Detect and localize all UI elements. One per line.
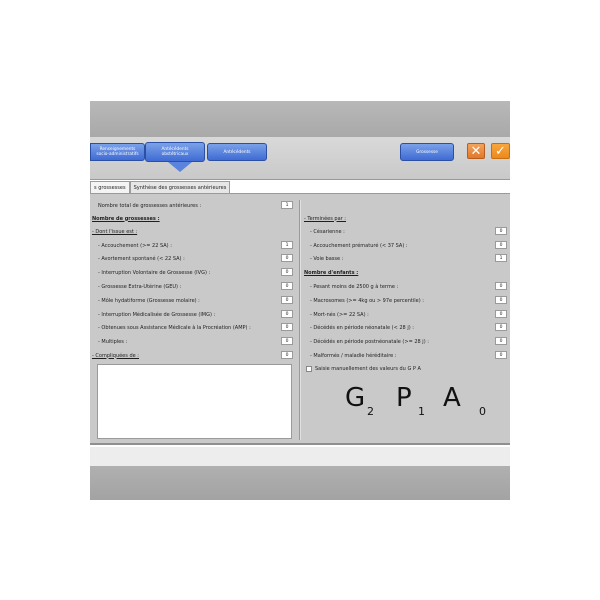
postneonatale-field[interactable]: 0 — [495, 337, 507, 345]
item-label: - Pesant moins de 2500 g à terme : — [310, 283, 399, 290]
saisie-manuelle-row[interactable]: Saisie manuellement des valeurs du G P A — [306, 364, 421, 373]
enfants-title: Nombre d'enfants : — [304, 268, 358, 277]
multiples-field[interactable]: 0 — [281, 337, 293, 345]
antecedents-obstetricaux-label-line2: obstétricaux — [161, 152, 189, 157]
list-item: - Décédés en période postnéonatale (>= 2… — [310, 337, 429, 346]
antecedents-label: Antécédents — [223, 149, 251, 155]
gpa-g-value: 2 — [367, 405, 374, 418]
item-label: - Obtenues sous Assistance Médicale à la… — [98, 324, 251, 331]
saisie-manuelle-label: Saisie manuellement des valeurs du G P A — [315, 365, 421, 372]
tab-grossesses[interactable]: s grossesses — [90, 181, 130, 193]
geu-field[interactable]: 0 — [281, 282, 293, 290]
saisie-manuelle-checkbox[interactable] — [306, 365, 312, 372]
item-label: - Accouchement prématuré (< 37 SA) : — [310, 242, 408, 249]
compliquees-title-text: - Compliquées de : — [92, 352, 139, 359]
footer-gap — [90, 447, 510, 466]
renseignements-button[interactable]: Renseignements socio-administratifs — [90, 143, 145, 161]
bottom-bar — [90, 466, 510, 500]
list-item: - Mort-nés (>= 22 SA) : — [310, 310, 369, 319]
issue-title-text: - Dont l'issue est : — [92, 228, 138, 235]
item-label: - Décédés en période postnéonatale (>= 2… — [310, 338, 429, 345]
total-label: Nombre total de grossesses antérieures : — [98, 201, 201, 210]
navigation-bar: Renseignements socio-administratifs Anté… — [90, 137, 510, 180]
top-bar — [90, 101, 510, 137]
nombre-grossesses-title: Nombre de grossesses : — [92, 214, 160, 223]
item-label: - Voie basse : — [310, 255, 344, 262]
cancel-button[interactable]: ✕ — [467, 143, 485, 159]
amp-field[interactable]: 0 — [281, 323, 293, 331]
total-value-field[interactable]: 1 — [281, 201, 293, 209]
list-item: - Césarienne : — [310, 227, 345, 236]
list-item: - Voie basse : — [310, 254, 343, 263]
item-label: - Accouchement (>= 22 SA) : — [98, 242, 172, 249]
ivg-field[interactable]: 0 — [281, 268, 293, 276]
column-divider — [299, 200, 300, 440]
neonatale-field[interactable]: 0 — [495, 323, 507, 331]
list-item: - Grossesse Extra-Utérine (GEU) : — [98, 282, 181, 291]
list-item: - Accouchement prématuré (< 37 SA) : — [310, 241, 408, 250]
compliquees-field[interactable]: 0 — [281, 351, 293, 359]
antecedents-button[interactable]: Antécédents — [207, 143, 267, 161]
compliquees-title: - Compliquées de : — [92, 351, 139, 360]
item-label: - Interruption Volontaire de Grossesse (… — [98, 269, 211, 276]
item-label: - Macrosomes (>= 4kg ou > 97e percentile… — [310, 297, 424, 304]
premature-field[interactable]: 0 — [495, 241, 507, 249]
item-label: - Mort-nés (>= 22 SA) : — [310, 311, 369, 318]
confirm-button[interactable]: ✓ — [491, 143, 510, 159]
item-label: - Môle hydatiforme (Grossesse molaire) : — [98, 297, 200, 304]
list-item: - Accouchement (>= 22 SA) : — [98, 241, 172, 250]
mole-field[interactable]: 0 — [281, 296, 293, 304]
list-item: - Multiples : — [98, 337, 127, 346]
enfants-title-text: Nombre d'enfants : — [304, 269, 359, 276]
tab-strip: s grossesses Synthèse des grossesses ant… — [90, 181, 231, 193]
gpa-g-letter: G — [345, 383, 366, 413]
img-field[interactable]: 0 — [281, 310, 293, 318]
list-item: - Interruption Médicalisée de Grossesse … — [98, 310, 215, 319]
item-label: - Malformés / maladie héréditaire : — [310, 352, 397, 359]
nombre-grossesses-title-text: Nombre de grossesses : — [92, 215, 160, 222]
active-tab-pointer — [168, 162, 192, 172]
list-item: - Malformés / maladie héréditaire : — [310, 351, 397, 360]
terminees-title-text: - Terminées par : — [304, 215, 346, 222]
total-label-text: Nombre total de grossesses antérieures : — [98, 202, 202, 209]
close-icon: ✕ — [470, 143, 482, 159]
list-item: - Macrosomes (>= 4kg ou > 97e percentile… — [310, 296, 424, 305]
gpa-display: G 2 P 1 A 0 — [345, 384, 505, 424]
list-item: - Obtenues sous Assistance Médicale à la… — [98, 323, 251, 332]
list-item: - Môle hydatiforme (Grossesse molaire) : — [98, 296, 200, 305]
item-label: - Avortement spontané (< 22 SA) : — [98, 255, 185, 262]
item-label: - Interruption Médicalisée de Grossesse … — [98, 311, 216, 318]
macrosomes-field[interactable]: 0 — [495, 296, 507, 304]
grossesse-label: Grossesse — [416, 149, 438, 155]
tab-synthese[interactable]: Synthèse des grossesses antérieures — [129, 181, 231, 193]
issue-title: - Dont l'issue est : — [92, 227, 137, 236]
item-label: - Grossesse Extra-Utérine (GEU) : — [98, 283, 182, 290]
malformes-field[interactable]: 0 — [495, 351, 507, 359]
mort-nes-field[interactable]: 0 — [495, 310, 507, 318]
pesant-field[interactable]: 0 — [495, 282, 507, 290]
terminees-title: - Terminées par : — [304, 214, 346, 223]
avortement-field[interactable]: 0 — [281, 254, 293, 262]
complications-textarea[interactable] — [97, 364, 292, 439]
list-item: - Pesant moins de 2500 g à terme : — [310, 282, 398, 291]
gpa-p-letter: P — [396, 383, 412, 413]
left-column: Nombre total de grossesses antérieures :… — [90, 194, 300, 446]
gpa-a-value: 0 — [479, 405, 486, 418]
item-label: - Césarienne : — [310, 228, 345, 235]
antecedents-obstetricaux-button[interactable]: Antécédents obstétricaux — [145, 142, 205, 162]
renseignements-label-line2: socio-administratifs — [96, 152, 139, 157]
item-label: - Décédés en période néonatale (< 28 j) … — [310, 324, 414, 331]
gpa-p-value: 1 — [418, 405, 425, 418]
voie-basse-field[interactable]: 1 — [495, 254, 507, 262]
cesarienne-field[interactable]: 0 — [495, 227, 507, 235]
list-item: - Avortement spontané (< 22 SA) : — [98, 254, 185, 263]
gpa-a-letter: A — [443, 383, 461, 413]
accouchement-field[interactable]: 1 — [281, 241, 293, 249]
grossesse-button[interactable]: Grossesse — [400, 143, 454, 161]
check-icon: ✓ — [495, 143, 506, 159]
list-item: - Interruption Volontaire de Grossesse (… — [98, 268, 210, 277]
item-label: - Multiples : — [98, 338, 128, 345]
list-item: - Décédés en période néonatale (< 28 j) … — [310, 323, 414, 332]
